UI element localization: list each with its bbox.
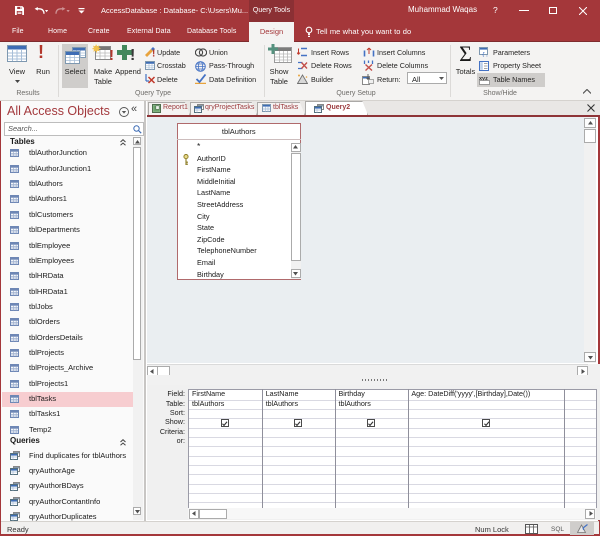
svg-text:!: !: [130, 47, 135, 62]
svg-text:{..}: {..}: [482, 52, 491, 58]
svg-text:!: !: [109, 47, 114, 62]
svg-text:!: !: [152, 49, 155, 58]
